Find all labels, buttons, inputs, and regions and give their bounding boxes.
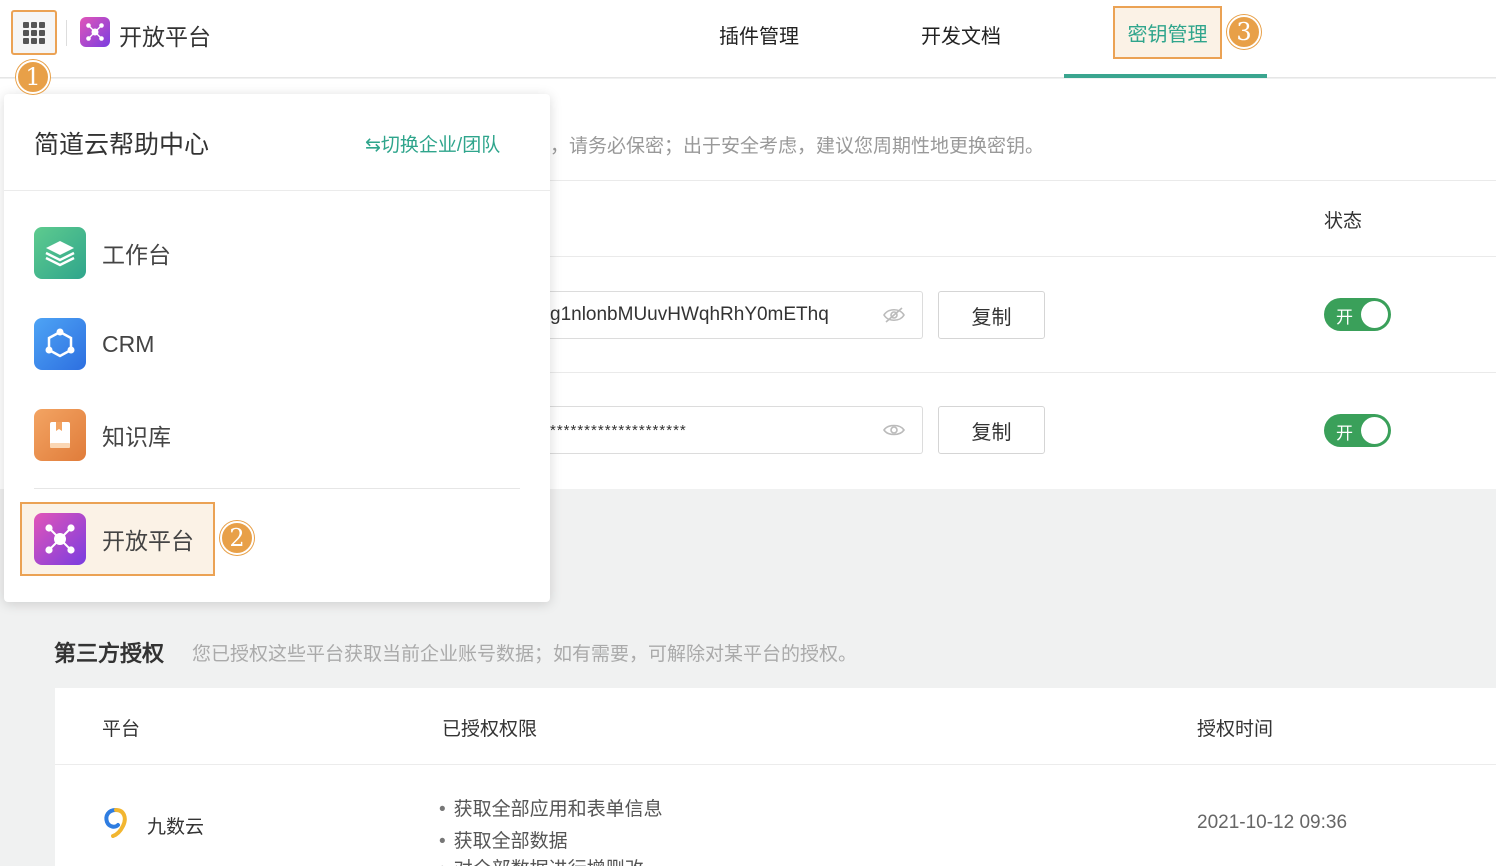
toggle-label: 开 xyxy=(1336,308,1353,327)
auth-time: 2021-10-12 09:36 xyxy=(1197,812,1348,833)
step-marker: 3 xyxy=(1227,15,1261,49)
open-platform-logo-icon xyxy=(80,17,110,47)
nav-plugin-management[interactable]: 插件管理 xyxy=(719,20,799,49)
secret-key-value: g1nlonbMUuvHWqhRhY0mEThq xyxy=(550,304,829,325)
platform-name: 九数云 xyxy=(147,817,205,838)
top-bar: 开放平台 插件管理 开发文档 密钥管理 xyxy=(0,0,1496,78)
jiushuyun-logo-icon xyxy=(103,808,129,843)
column-header-platform: 平台 xyxy=(102,719,141,740)
app-item-knowledge-base[interactable]: 知识库 xyxy=(34,409,171,461)
permission-item: 获取全部应用和表单信息 xyxy=(439,794,663,821)
brand-title: 开放平台 xyxy=(119,24,211,50)
switch-team-link[interactable]: ⇆切换企业/团队 xyxy=(365,130,500,157)
eye-off-icon[interactable] xyxy=(882,305,906,331)
app-switcher-dropdown: 简道云帮助中心 ⇆切换企业/团队 工作台 CRM 知识库 开放平台 xyxy=(4,94,550,602)
workbench-icon xyxy=(34,227,86,279)
security-tip: ，请务必保密；出于安全考虑，建议您周期性地更换密钥。 xyxy=(550,136,1045,157)
third-party-title: 第三方授权 xyxy=(54,641,165,666)
open-platform-icon xyxy=(34,513,86,565)
toggle-label: 开 xyxy=(1336,424,1353,443)
nav-dev-docs[interactable]: 开发文档 xyxy=(921,20,1001,49)
secret-key-field[interactable]: g1nlonbMUuvHWqhRhY0mEThq xyxy=(550,291,923,339)
app-item-open-platform[interactable]: 开放平台 xyxy=(20,502,215,576)
crm-icon xyxy=(34,318,86,370)
app-item-workbench[interactable]: 工作台 xyxy=(34,227,171,279)
divider xyxy=(4,190,550,191)
divider xyxy=(550,256,1496,257)
permission-item: 获取全部数据 xyxy=(439,826,568,853)
column-header-permissions: 已授权权限 xyxy=(442,719,538,740)
toggle-knob xyxy=(1361,301,1388,328)
toggle-knob xyxy=(1361,417,1388,444)
app-label: 知识库 xyxy=(102,424,171,450)
app-label: 工作台 xyxy=(102,242,171,268)
eye-icon[interactable] xyxy=(882,420,906,446)
copy-button[interactable]: 复制 xyxy=(938,406,1045,454)
step-marker: 2 xyxy=(220,521,254,555)
copy-button[interactable]: 复制 xyxy=(938,291,1045,339)
divider xyxy=(550,180,1496,181)
divider xyxy=(66,20,67,46)
status-toggle[interactable]: 开 xyxy=(1324,414,1391,447)
grid-icon xyxy=(23,21,45,44)
secret-key-value: ******************** xyxy=(550,421,687,439)
status-toggle[interactable]: 开 xyxy=(1324,298,1391,331)
divider xyxy=(55,764,1496,765)
column-header-time: 授权时间 xyxy=(1197,719,1274,740)
step-marker: 1 xyxy=(16,60,50,94)
active-tab-indicator xyxy=(1064,74,1267,78)
app-label: CRM xyxy=(102,330,155,357)
divider xyxy=(550,372,1496,373)
divider xyxy=(34,488,520,489)
app-label: 开放平台 xyxy=(102,528,194,554)
third-party-desc: 您已授权这些平台获取当前企业账号数据；如有需要，可解除对某平台的授权。 xyxy=(192,644,858,665)
authorization-table: 平台 已授权权限 授权时间 九数云 获取全部应用和表单信息 获取全部数据 对全部… xyxy=(55,688,1496,866)
app-item-crm[interactable]: CRM xyxy=(34,318,154,370)
status-column-header: 状态 xyxy=(1324,211,1363,232)
app-switcher-button[interactable] xyxy=(11,10,57,55)
knowledge-base-icon xyxy=(34,409,86,461)
secret-key-field[interactable]: ******************** xyxy=(550,406,923,454)
nav-key-management[interactable]: 密钥管理 xyxy=(1113,6,1222,59)
permission-item: 对全部数据进行增删改 xyxy=(439,854,644,866)
dropdown-title: 简道云帮助中心 xyxy=(34,131,210,159)
